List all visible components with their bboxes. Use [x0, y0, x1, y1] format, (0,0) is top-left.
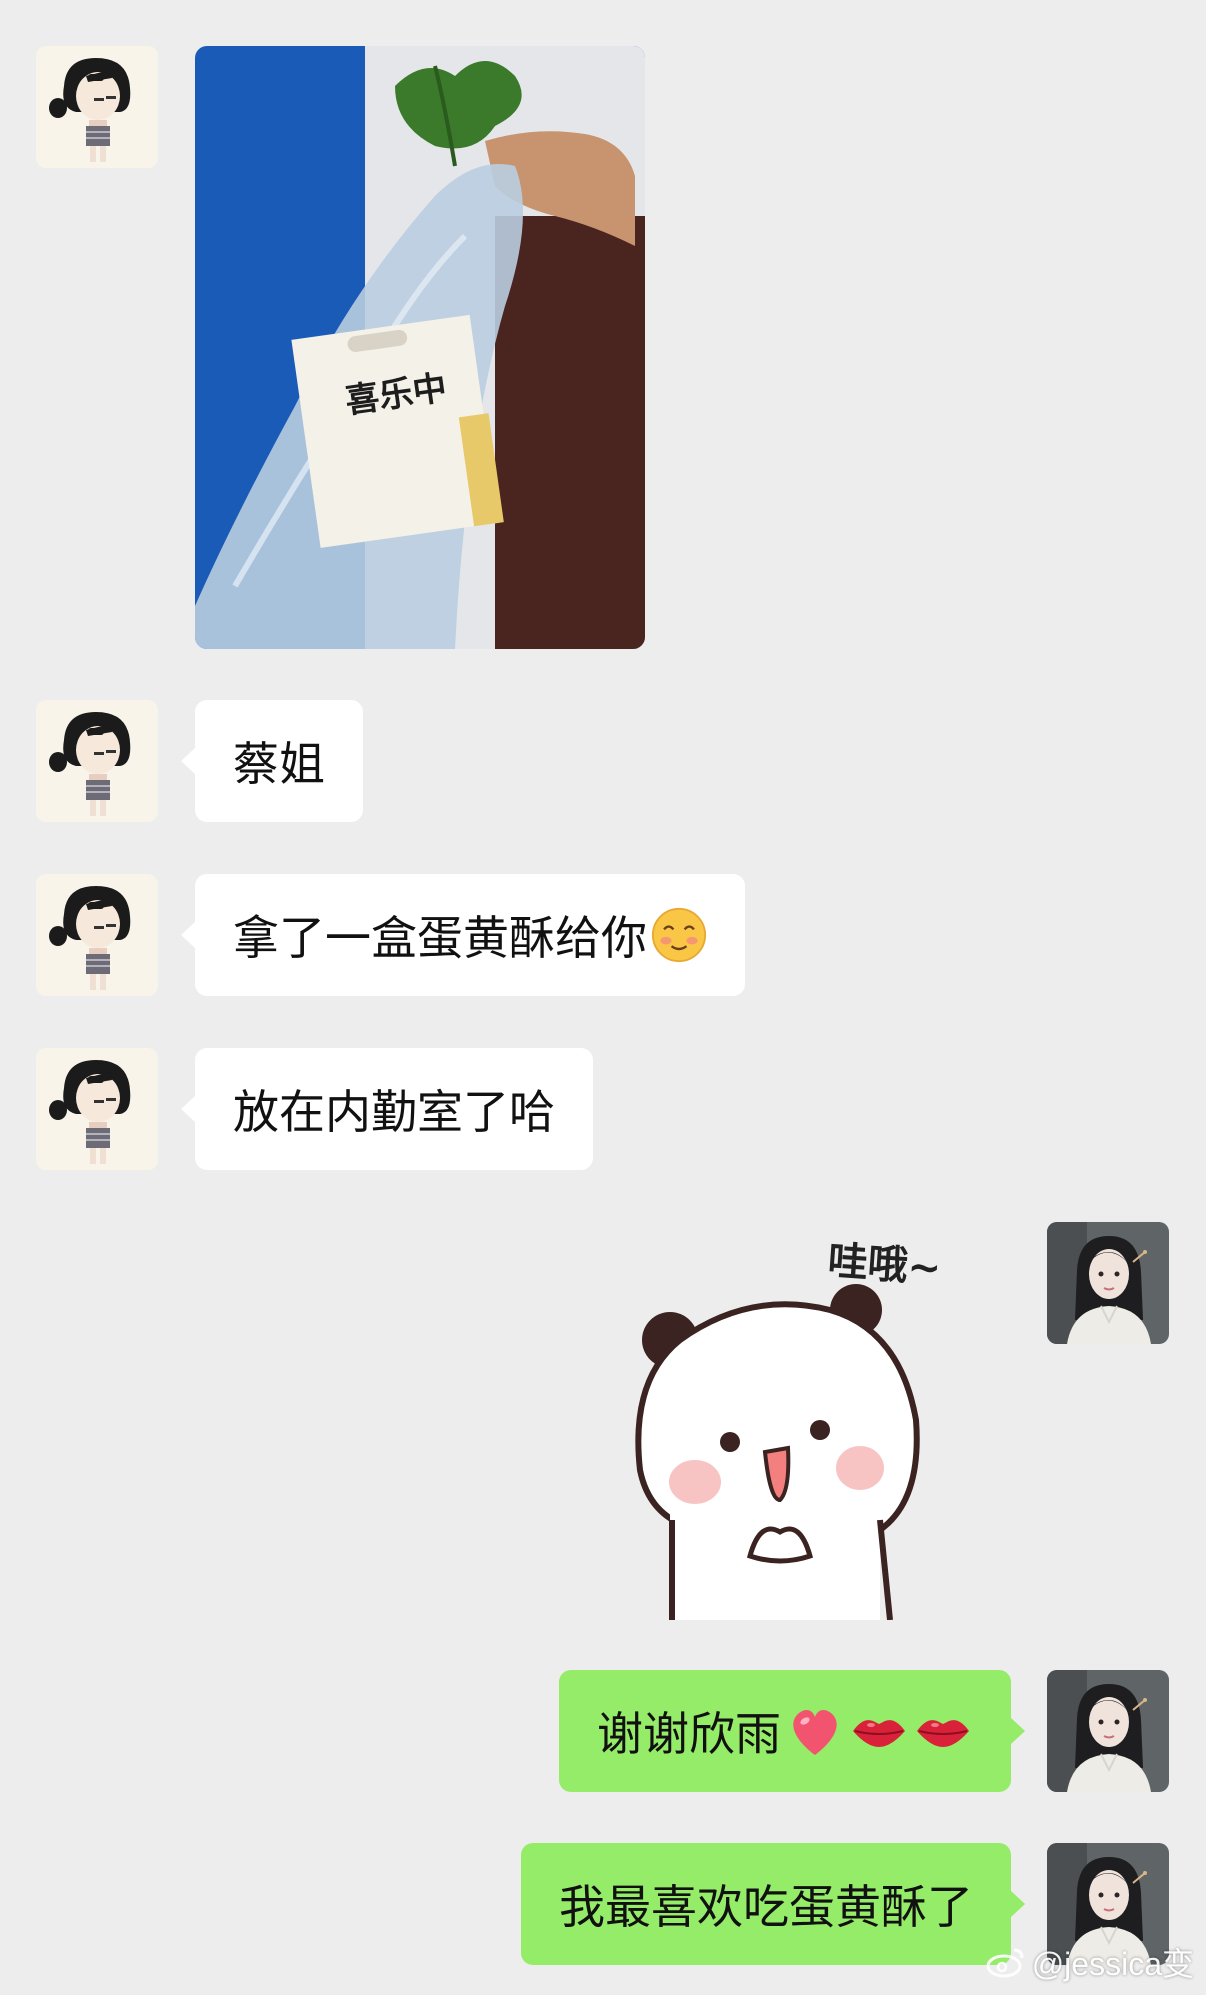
- panda-sticker[interactable]: [630, 1220, 1000, 1621]
- message-text: 谢谢欣雨: [597, 1707, 781, 1761]
- weibo-watermark: @jessica变: [986, 1939, 1194, 1985]
- self-avatar[interactable]: [1047, 1670, 1169, 1792]
- incoming-message-bubble[interactable]: 放在内勤室了哈: [181, 1048, 593, 1170]
- contact-avatar[interactable]: [36, 874, 158, 996]
- contact-avatar[interactable]: [36, 700, 158, 822]
- lips-icon: [913, 1711, 973, 1751]
- message-text: 拿了一盒蛋黄酥给你: [233, 911, 647, 965]
- incoming-message-bubble[interactable]: 拿了一盒蛋黄酥给你: [181, 874, 745, 996]
- message-text: 我最喜欢吃蛋黄酥了: [559, 1880, 973, 1934]
- photo-message[interactable]: 喜乐中: [195, 46, 645, 649]
- lips-icon: [849, 1711, 909, 1751]
- outgoing-message-bubble[interactable]: 我最喜欢吃蛋黄酥了: [521, 1843, 1025, 1965]
- sticker-caption: 哇哦~: [826, 1238, 943, 1292]
- message-text: 放在内勤室了哈: [233, 1085, 555, 1139]
- watermark-text: @jessica变: [1031, 1946, 1194, 1982]
- heart-icon: [785, 1701, 845, 1761]
- incoming-message-bubble[interactable]: 蔡姐: [181, 700, 363, 822]
- blush-face-icon: [651, 907, 707, 963]
- weibo-logo-icon: [986, 1948, 1024, 1978]
- contact-avatar[interactable]: [36, 46, 158, 168]
- contact-avatar[interactable]: [36, 1048, 158, 1170]
- outgoing-message-bubble[interactable]: 谢谢欣雨: [559, 1670, 1025, 1792]
- self-avatar[interactable]: [1047, 1222, 1169, 1344]
- message-text: 蔡姐: [233, 737, 325, 791]
